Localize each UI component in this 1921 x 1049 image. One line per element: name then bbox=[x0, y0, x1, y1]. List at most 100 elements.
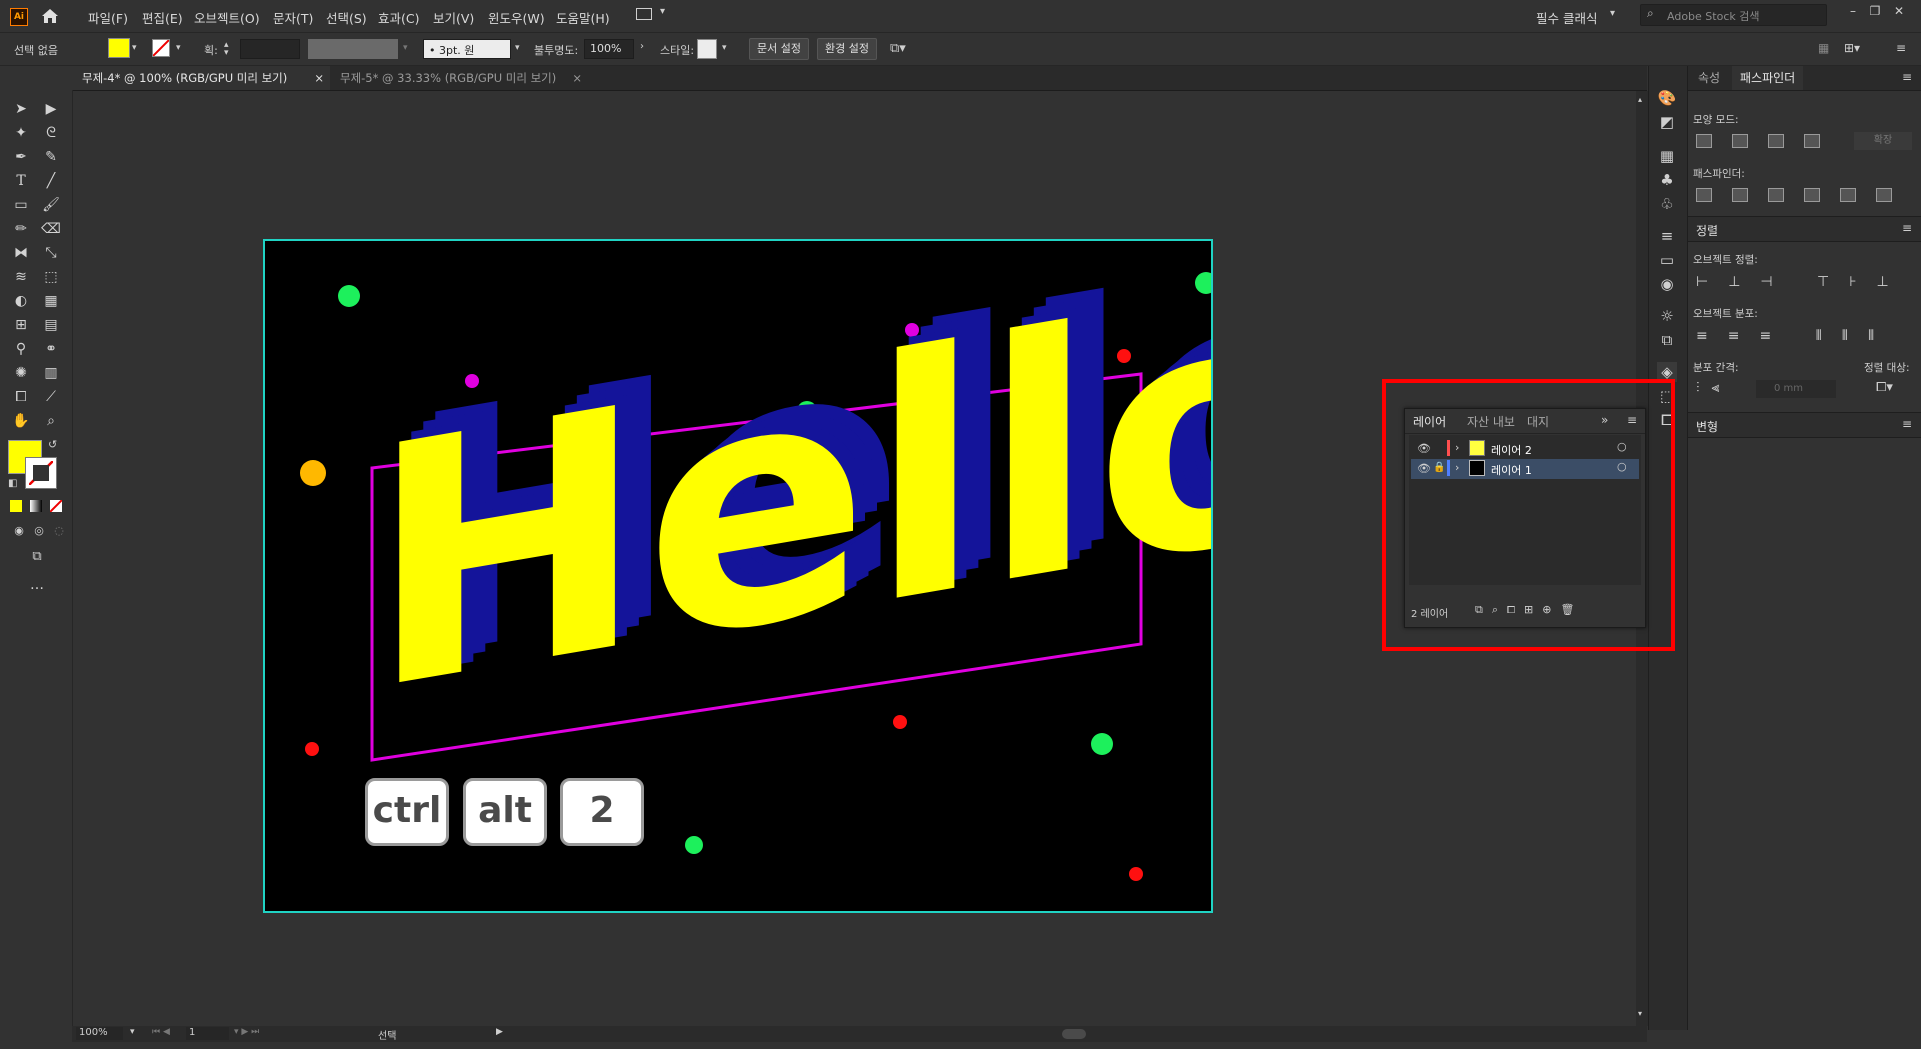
exclude-icon[interactable] bbox=[1804, 134, 1820, 148]
close-icon[interactable]: × bbox=[314, 66, 324, 90]
spacing-input[interactable]: 0 mm bbox=[1756, 380, 1836, 398]
symbols-icon[interactable]: ♧ bbox=[1657, 194, 1677, 214]
chevron-down-icon[interactable]: ▾ bbox=[130, 1027, 135, 1037]
graphic-style-swatch[interactable] bbox=[697, 39, 717, 59]
variable-width-profile[interactable] bbox=[308, 39, 398, 59]
scale-tool-icon[interactable]: ⤡ bbox=[40, 242, 62, 264]
chevron-down-icon[interactable]: ▾ bbox=[403, 43, 408, 53]
divide-icon[interactable] bbox=[1696, 188, 1712, 202]
chevron-down-icon[interactable]: ▾ bbox=[132, 43, 137, 53]
chevron-down-icon[interactable]: ▾ bbox=[722, 43, 727, 53]
menu-view[interactable]: 보기(V) bbox=[433, 8, 474, 27]
menu-help[interactable]: 도움말(H) bbox=[556, 8, 610, 27]
next-artboard-icon[interactable]: ▾ ▶ ⏭ bbox=[234, 1027, 259, 1037]
crop-icon[interactable] bbox=[1804, 188, 1820, 202]
chevron-right-icon[interactable]: › bbox=[640, 41, 644, 52]
menu-window[interactable]: 윈도우(W) bbox=[488, 8, 545, 27]
spacing-buttons[interactable]: ⫶⫷ bbox=[1696, 380, 1731, 396]
width-tool-icon[interactable]: ≋ bbox=[10, 266, 32, 288]
home-icon[interactable] bbox=[40, 6, 60, 26]
shape-builder-icon[interactable]: ◐ bbox=[10, 290, 32, 312]
minus-front-icon[interactable] bbox=[1732, 134, 1748, 148]
color-panel-icon[interactable]: 🎨 bbox=[1657, 88, 1677, 108]
type-tool-icon[interactable]: T bbox=[10, 170, 32, 192]
paintbrush-icon[interactable]: 🖌 bbox=[40, 194, 62, 216]
chevron-right-icon[interactable]: ▶ bbox=[496, 1027, 503, 1037]
default-colors-icon[interactable]: ◧ bbox=[8, 478, 17, 489]
selection-tool-icon[interactable]: ➤ bbox=[10, 98, 32, 120]
symbol-sprayer-icon[interactable]: ✺ bbox=[10, 362, 32, 384]
unite-icon[interactable] bbox=[1696, 134, 1712, 148]
fill-swatch[interactable] bbox=[108, 38, 130, 58]
preferences-button[interactable]: 환경 설정 bbox=[817, 38, 877, 60]
stroke-weight-input[interactable] bbox=[240, 39, 300, 59]
free-transform-icon[interactable]: ⬚ bbox=[40, 266, 62, 288]
minus-back-icon[interactable] bbox=[1876, 188, 1892, 202]
tab-document-5[interactable]: 무제-5* @ 33.33% (RGB/GPU 미리 보기) × bbox=[330, 66, 588, 90]
color-mode-icon[interactable] bbox=[10, 500, 22, 512]
panel-menu-icon[interactable]: ≡ bbox=[1902, 417, 1912, 431]
artboard[interactable]: Hello Hello Hello Hello ctrl alt 2 bbox=[263, 239, 1213, 913]
panel-options-icon[interactable]: ▦ bbox=[1818, 41, 1829, 55]
menu-file[interactable]: 파일(F) bbox=[88, 8, 128, 27]
stroke-color-swatch[interactable] bbox=[25, 457, 57, 489]
slice-tool-icon[interactable]: ⟋ bbox=[40, 386, 62, 408]
stepper-icon[interactable]: ▴ ▾ bbox=[224, 41, 229, 58]
direct-selection-tool-icon[interactable]: ▶ bbox=[40, 98, 62, 120]
appearance-icon[interactable]: ☼ bbox=[1657, 306, 1677, 326]
menu-select[interactable]: 선택(S) bbox=[326, 8, 367, 27]
document-setup-button[interactable]: 문서 설정 bbox=[749, 38, 809, 60]
more-tools-icon[interactable]: … bbox=[26, 574, 48, 596]
gradient-tool-icon[interactable]: ▤ bbox=[40, 314, 62, 336]
chevron-down-icon[interactable]: ▾ bbox=[660, 6, 665, 17]
panel-menu-icon[interactable]: ≡ bbox=[1902, 221, 1912, 235]
perspective-grid-icon[interactable]: ▦ bbox=[40, 290, 62, 312]
menu-edit[interactable]: 편집(E) bbox=[142, 8, 183, 27]
stroke-panel-icon[interactable]: ≡ bbox=[1657, 226, 1677, 246]
distribute-buttons-row[interactable]: ≡≡≡ ⦀⦀⦀ bbox=[1696, 328, 1894, 344]
column-graph-icon[interactable]: ▥ bbox=[40, 362, 62, 384]
scroll-thumb[interactable] bbox=[1062, 1029, 1086, 1039]
chevron-down-icon[interactable]: ▾ bbox=[1610, 8, 1615, 19]
brushes-icon[interactable]: ♣ bbox=[1657, 170, 1677, 190]
curvature-tool-icon[interactable]: ✎ bbox=[40, 146, 62, 168]
line-tool-icon[interactable]: ╱ bbox=[40, 170, 62, 192]
align-panel-header[interactable]: 정렬 ≡ bbox=[1688, 216, 1921, 242]
mesh-tool-icon[interactable]: ⊞ bbox=[10, 314, 32, 336]
chevron-down-icon[interactable]: ▾ bbox=[176, 43, 181, 53]
menu-type[interactable]: 문자(T) bbox=[273, 8, 313, 27]
blend-tool-icon[interactable]: ⚭ bbox=[40, 338, 62, 360]
close-icon[interactable]: × bbox=[572, 66, 582, 90]
expand-button[interactable]: 확장 bbox=[1854, 132, 1912, 150]
menu-effect[interactable]: 효과(C) bbox=[378, 8, 419, 27]
eraser-icon[interactable]: ⌫ bbox=[40, 218, 62, 240]
draw-behind-icon[interactable]: ◎ bbox=[28, 520, 50, 542]
outline-icon[interactable] bbox=[1840, 188, 1856, 202]
rectangle-tool-icon[interactable]: ▭ bbox=[10, 194, 32, 216]
none-mode-icon[interactable] bbox=[50, 500, 62, 512]
tab-pathfinder[interactable]: 패스파인더 bbox=[1732, 66, 1804, 90]
pen-tool-icon[interactable]: ✒ bbox=[10, 146, 32, 168]
control-menu-icon[interactable]: ≡ bbox=[1896, 41, 1906, 55]
eyedropper-icon[interactable]: ⚲ bbox=[10, 338, 32, 360]
swap-colors-icon[interactable]: ↺ bbox=[48, 438, 57, 451]
scroll-up-icon[interactable]: ▴ bbox=[1638, 95, 1642, 104]
graphic-styles-icon[interactable]: ⧉ bbox=[1657, 330, 1677, 350]
tab-properties[interactable]: 속성 bbox=[1690, 66, 1728, 90]
close-icon[interactable]: ✕ bbox=[1892, 4, 1906, 18]
gradient-mode-icon[interactable] bbox=[30, 500, 42, 512]
color-guide-icon[interactable]: ◩ bbox=[1657, 112, 1677, 132]
chevron-down-icon[interactable]: ▾ bbox=[515, 43, 520, 53]
hand-tool-icon[interactable]: ✋ bbox=[10, 410, 32, 432]
pencil-icon[interactable]: ✏ bbox=[10, 218, 32, 240]
zoom-tool-icon[interactable]: ⌕ bbox=[40, 410, 62, 432]
lasso-icon[interactable]: ᘓ bbox=[40, 122, 62, 144]
workspace-switcher[interactable]: 필수 클래식 bbox=[1536, 8, 1597, 27]
draw-normal-icon[interactable]: ◉ bbox=[8, 520, 30, 542]
stock-search-input[interactable]: ⌕ Adobe Stock 검색 bbox=[1640, 4, 1827, 26]
artboard-number[interactable]: 1 bbox=[186, 1027, 229, 1040]
tab-document-4[interactable]: 무제-4* @ 100% (RGB/GPU 미리 보기) × bbox=[72, 66, 330, 90]
transparency-icon[interactable]: ◉ bbox=[1657, 274, 1677, 294]
first-artboard-icon[interactable]: ⏮ ◀ bbox=[152, 1027, 170, 1037]
magic-wand-icon[interactable]: ✦ bbox=[10, 122, 32, 144]
